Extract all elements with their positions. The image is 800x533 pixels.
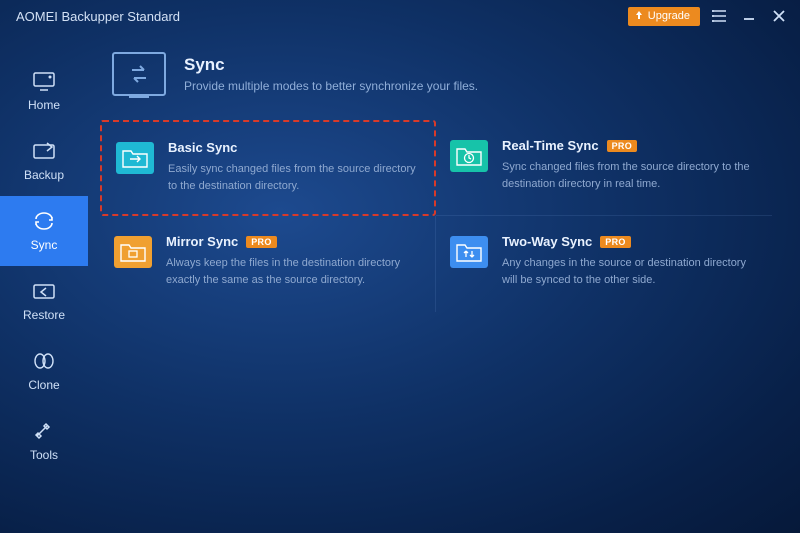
sidebar-item-label: Backup (24, 168, 64, 182)
card-desc: Always keep the files in the destination… (166, 255, 421, 288)
card-title: Mirror Sync PRO (166, 234, 421, 249)
page-header: Sync Provide multiple modes to better sy… (100, 52, 772, 96)
card-title-label: Basic Sync (168, 140, 237, 155)
sidebar-item-sync[interactable]: Sync (0, 196, 88, 266)
sync-icon (31, 210, 57, 232)
realtime-sync-icon (450, 140, 488, 172)
sync-page-icon (112, 52, 166, 96)
sync-grid: Basic Sync Easily sync changed files fro… (100, 120, 772, 312)
pro-badge: PRO (246, 236, 276, 248)
page-subtitle: Provide multiple modes to better synchro… (184, 79, 478, 93)
titlebar: AOMEI Backupper Standard Upgrade (0, 0, 800, 32)
sidebar: Home Backup Sync Restore (0, 32, 88, 533)
card-text: Two-Way Sync PRO Any changes in the sour… (502, 234, 758, 294)
sidebar-item-clone[interactable]: Clone (0, 336, 88, 406)
sidebar-item-home[interactable]: Home (0, 56, 88, 126)
app-title: AOMEI Backupper Standard (16, 9, 628, 24)
clone-icon (31, 350, 57, 372)
upgrade-label: Upgrade (648, 10, 690, 22)
close-button[interactable] (768, 5, 790, 27)
card-realtime-sync[interactable]: Real-Time Sync PRO Sync changed files fr… (436, 120, 772, 216)
sidebar-item-restore[interactable]: Restore (0, 266, 88, 336)
tools-icon (31, 420, 57, 442)
card-desc: Sync changed files from the source direc… (502, 159, 758, 192)
card-mirror-sync[interactable]: Mirror Sync PRO Always keep the files in… (100, 216, 436, 312)
card-title-label: Real-Time Sync (502, 138, 599, 153)
card-title-label: Mirror Sync (166, 234, 238, 249)
sidebar-item-tools[interactable]: Tools (0, 406, 88, 476)
upgrade-button[interactable]: Upgrade (628, 7, 700, 26)
menu-button[interactable] (708, 5, 730, 27)
page-header-text: Sync Provide multiple modes to better sy… (184, 55, 478, 93)
upgrade-icon (634, 10, 644, 23)
backup-icon (31, 140, 57, 162)
body: Home Backup Sync Restore (0, 32, 800, 533)
sidebar-item-label: Home (28, 98, 60, 112)
sidebar-item-label: Restore (23, 308, 65, 322)
mirror-sync-icon (114, 236, 152, 268)
sidebar-item-label: Sync (31, 238, 58, 252)
card-title-label: Two-Way Sync (502, 234, 592, 249)
card-title: Two-Way Sync PRO (502, 234, 758, 249)
card-text: Basic Sync Easily sync changed files fro… (168, 140, 420, 196)
home-icon (31, 70, 57, 92)
card-twoway-sync[interactable]: Two-Way Sync PRO Any changes in the sour… (436, 216, 772, 312)
pro-badge: PRO (607, 140, 637, 152)
restore-icon (31, 280, 57, 302)
main-area: Sync Provide multiple modes to better sy… (88, 32, 800, 533)
app-window: AOMEI Backupper Standard Upgrade (0, 0, 800, 533)
page-title: Sync (184, 55, 478, 75)
card-text: Mirror Sync PRO Always keep the files in… (166, 234, 421, 294)
card-basic-sync[interactable]: Basic Sync Easily sync changed files fro… (100, 120, 436, 216)
sidebar-item-label: Tools (30, 448, 58, 462)
twoway-sync-icon (450, 236, 488, 268)
card-desc: Easily sync changed files from the sourc… (168, 161, 420, 194)
card-text: Real-Time Sync PRO Sync changed files fr… (502, 138, 758, 197)
card-title: Basic Sync (168, 140, 420, 155)
card-title: Real-Time Sync PRO (502, 138, 758, 153)
basic-sync-icon (116, 142, 154, 174)
minimize-button[interactable] (738, 5, 760, 27)
pro-badge: PRO (600, 236, 630, 248)
sidebar-item-label: Clone (28, 378, 59, 392)
sidebar-item-backup[interactable]: Backup (0, 126, 88, 196)
titlebar-controls: Upgrade (628, 5, 790, 27)
card-desc: Any changes in the source or destination… (502, 255, 758, 288)
